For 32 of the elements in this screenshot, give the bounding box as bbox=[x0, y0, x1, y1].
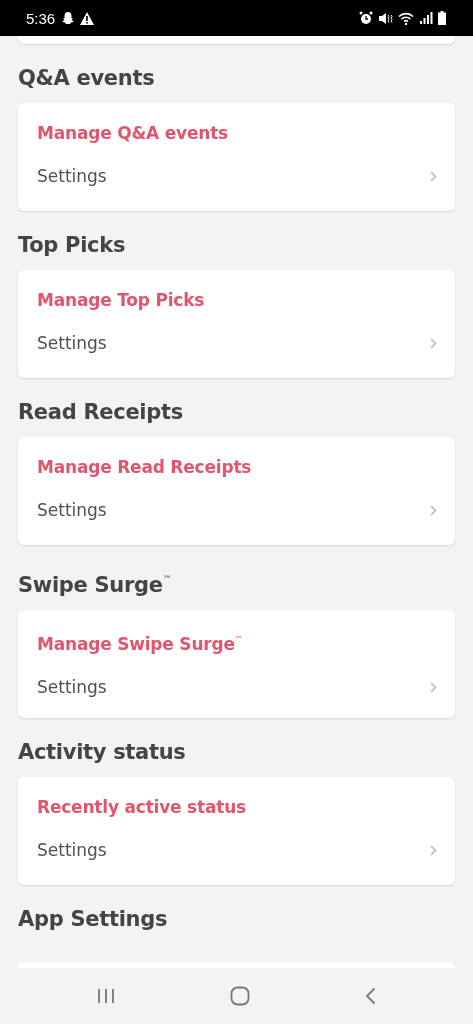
section-heading: Swipe Surge$^{™}$ bbox=[18, 572, 173, 599]
manage-link[interactable]: Manage Swipe Surge$^{™}$ bbox=[37, 628, 243, 656]
section-heading: Q&A events bbox=[18, 65, 156, 92]
alarm-icon bbox=[359, 11, 373, 25]
settings-row[interactable]: Settings bbox=[37, 331, 437, 355]
status-time: 5:36 bbox=[26, 9, 56, 27]
section-heading: App Settings bbox=[18, 906, 169, 933]
warning-icon bbox=[80, 11, 95, 25]
home-icon[interactable] bbox=[230, 986, 250, 1006]
recent-apps-icon[interactable] bbox=[97, 988, 116, 1004]
battery-icon bbox=[438, 11, 446, 25]
ghost-icon bbox=[61, 11, 76, 25]
mute-icon bbox=[378, 11, 393, 25]
chevron-right-icon bbox=[430, 844, 437, 856]
chevron-right-icon bbox=[430, 170, 437, 182]
manage-link[interactable]: Recently active status bbox=[37, 795, 246, 819]
wifi-icon bbox=[398, 11, 415, 25]
manage-link[interactable]: Manage Read Receipts bbox=[37, 455, 252, 479]
back-icon[interactable] bbox=[364, 987, 376, 1005]
chevron-right-icon bbox=[430, 337, 437, 349]
section-heading: Top Picks bbox=[18, 232, 127, 259]
settings-row[interactable]: Settings bbox=[37, 164, 437, 188]
section-heading: Activity status bbox=[18, 739, 187, 766]
settings-row[interactable]: Settings bbox=[37, 498, 437, 522]
signal-icon bbox=[420, 12, 433, 24]
section-heading: Read Receipts bbox=[18, 399, 184, 426]
settings-row[interactable]: Settings bbox=[37, 675, 437, 699]
manage-link[interactable]: Manage Q&A events bbox=[37, 121, 229, 145]
manage-link[interactable]: Manage Top Picks bbox=[37, 288, 205, 312]
chevron-right-icon bbox=[430, 504, 437, 516]
chevron-right-icon bbox=[430, 681, 437, 693]
settings-row[interactable]: Settings bbox=[37, 838, 437, 862]
